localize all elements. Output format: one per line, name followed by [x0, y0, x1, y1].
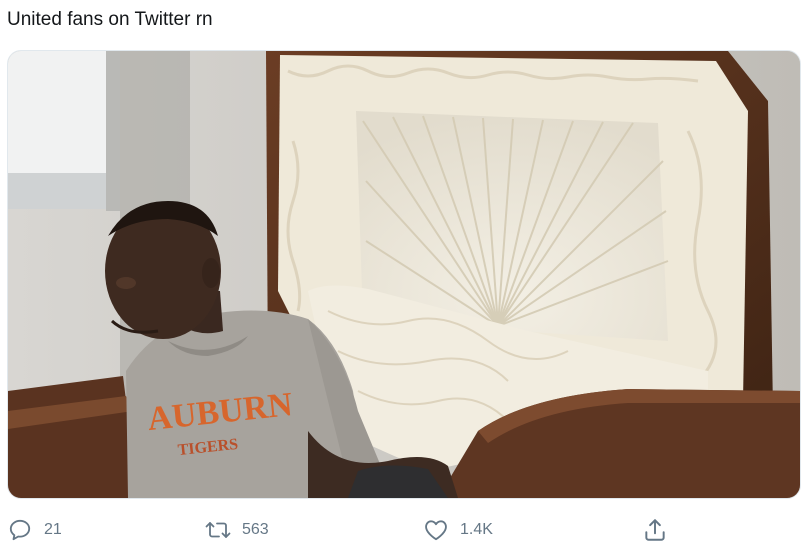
retweet-count: 563: [242, 521, 269, 538]
share-icon: [640, 515, 670, 545]
like-button[interactable]: 1.4K: [421, 510, 493, 550]
heart-icon: [421, 515, 451, 545]
reply-icon: [5, 515, 35, 545]
retweet-icon: [203, 515, 233, 545]
tweet-text: United fans on Twitter rn: [7, 9, 213, 30]
tweet-media-image[interactable]: AUBURN TIGERS: [7, 50, 801, 499]
like-count: 1.4K: [460, 521, 493, 538]
tweet-card: United fans on Twitter rn AUBURN TIGERS …: [0, 0, 806, 557]
reply-count: 21: [44, 521, 62, 538]
share-button[interactable]: [640, 510, 670, 550]
retweet-button[interactable]: 563: [203, 510, 269, 550]
tweet-actions-bar: 21 563 1.4K: [0, 510, 806, 550]
meme-photo: AUBURN TIGERS: [8, 51, 800, 498]
reply-button[interactable]: 21: [5, 510, 62, 550]
